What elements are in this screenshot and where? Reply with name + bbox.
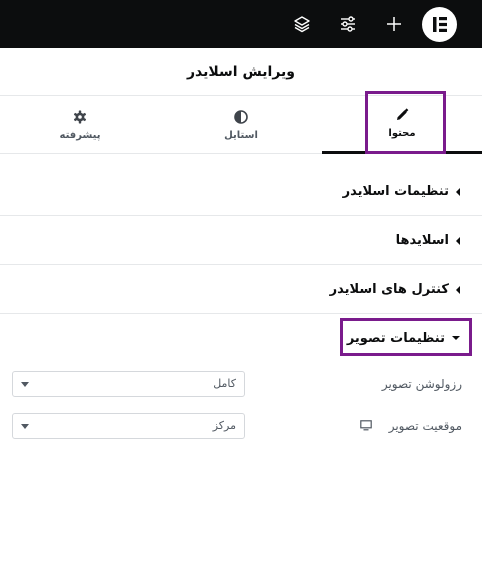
tab-style-label: استایل [224,129,258,141]
tab-highlight-box [365,91,446,154]
sliders-icon[interactable] [336,12,360,36]
desktop-icon[interactable] [360,420,372,431]
elementor-logo[interactable] [422,7,457,42]
section-slider-controls[interactable]: کنترل های اسلایدر [0,266,482,314]
gear-icon [73,110,87,123]
section-label: تنظیمات اسلایدر [342,184,449,199]
tab-advanced[interactable]: پیشرفته [0,96,160,154]
caret-left-icon [456,187,460,196]
position-value: مرکز [212,419,236,432]
section-slides[interactable]: اسلایدها [0,217,482,265]
section-label: کنترل های اسلایدر [329,282,449,297]
position-label: موقعیت تصویر [388,419,462,433]
half-circle-icon [234,109,248,124]
layers-icon[interactable] [290,12,314,36]
section-highlight-box [340,318,472,356]
resolution-value: کامل [213,377,236,390]
chevron-down-icon [21,382,29,387]
caret-left-icon [456,236,460,245]
chevron-down-icon [21,424,29,429]
tab-style[interactable]: استایل [161,96,321,154]
position-select[interactable]: مرکز [12,413,245,439]
plus-icon[interactable] [382,12,406,36]
resolution-label: رزولوشن تصویر [381,377,462,391]
top-bar [0,0,482,48]
page-title: ویرایش اسلایدر [187,63,295,80]
tab-advanced-label: پیشرفته [59,129,101,141]
section-label: اسلایدها [395,233,449,248]
panel-header: ویرایش اسلایدر [0,48,482,96]
resolution-select[interactable]: کامل [12,371,245,397]
caret-left-icon [456,285,460,294]
section-slider-settings[interactable]: تنظیمات اسلایدر [0,168,482,216]
